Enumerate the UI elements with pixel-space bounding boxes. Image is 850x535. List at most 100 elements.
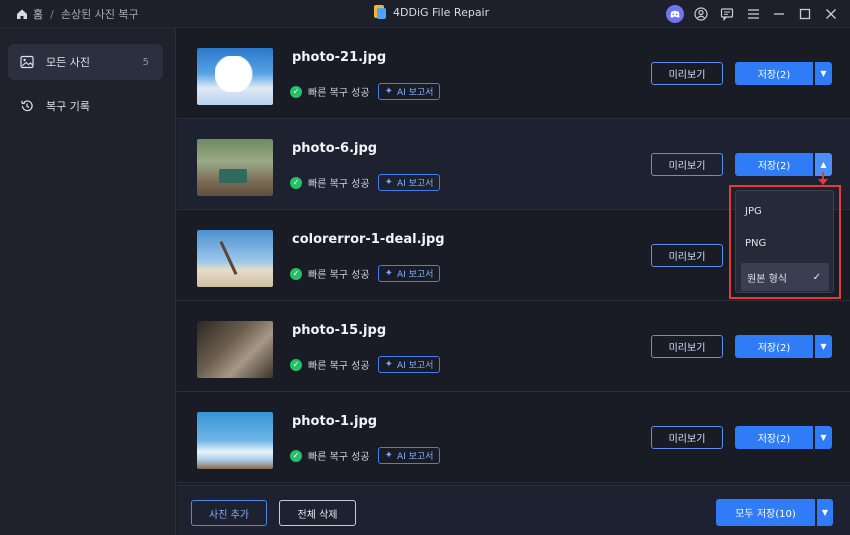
save-all-dropdown-toggle[interactable]: ▼ <box>817 499 833 526</box>
delete-all-button[interactable]: 전체 삭제 <box>279 500 356 526</box>
chevron-down-icon: ▼ <box>820 342 827 351</box>
breadcrumb-home[interactable]: 홈 <box>33 6 43 22</box>
feedback-icon[interactable] <box>718 5 736 23</box>
ai-report-label: AI 보고서 <box>396 452 434 462</box>
save-format-menu: JPG PNG 원본 형식 ✓ <box>735 190 834 293</box>
repair-status: ✓ 빠른 복구 성공 ✦ AI 보고서 <box>290 83 441 100</box>
success-check-icon: ✓ <box>290 85 302 98</box>
menu-icon[interactable] <box>744 5 762 23</box>
status-text: 빠른 복구 성공 <box>308 88 370 99</box>
breadcrumb-current: 손상된 사진 복구 <box>60 8 139 21</box>
save-format-dropdown-toggle[interactable]: ▼ <box>815 335 832 358</box>
app-logo-icon <box>374 5 386 20</box>
close-icon[interactable] <box>822 5 840 23</box>
app-title-text: 4DDiG File Repair <box>393 6 490 19</box>
format-option-png[interactable]: PNG <box>736 229 833 257</box>
sidebar-item-label: 모든 사진 <box>46 56 90 69</box>
photo-thumbnail[interactable] <box>197 321 273 378</box>
photo-count: 5 <box>142 56 149 68</box>
chevron-down-icon: ▼ <box>820 69 827 78</box>
save-all-button-group: 모두 저장(10) ▼ <box>716 499 833 526</box>
sidebar: 모든 사진 5 복구 기록 <box>0 28 176 535</box>
breadcrumb: 홈 / 손상된 사진 복구 <box>16 6 139 22</box>
sparkle-icon: ✦ <box>384 450 393 461</box>
ai-report-label: AI 보고서 <box>396 179 434 189</box>
format-option-jpg[interactable]: JPG <box>736 197 833 225</box>
format-option-original[interactable]: 원본 형식 ✓ <box>741 263 829 291</box>
ai-report-button[interactable]: ✦ AI 보고서 <box>377 356 441 373</box>
repair-status: ✓ 빠른 복구 성공 ✦ AI 보고서 <box>290 265 441 282</box>
photo-thumbnail[interactable] <box>197 412 273 469</box>
file-name: colorerror-1-deal.jpg <box>292 232 445 247</box>
chevron-down-icon: ▼ <box>820 433 827 442</box>
preview-button[interactable]: 미리보기 <box>651 62 723 85</box>
photo-thumbnail[interactable] <box>197 230 273 287</box>
checkmark-icon: ✓ <box>812 271 821 283</box>
app-title: 4DDiG File Repair <box>374 5 489 20</box>
title-bar: 홈 / 손상된 사진 복구 4DDiG File Repair <box>0 0 850 28</box>
add-photo-button[interactable]: 사진 추가 <box>191 500 267 526</box>
save-all-button[interactable]: 모두 저장(10) <box>716 499 815 526</box>
preview-button[interactable]: 미리보기 <box>651 335 723 358</box>
save-button[interactable]: 저장(2) <box>735 335 813 358</box>
sidebar-item-label: 복구 기록 <box>46 100 90 113</box>
save-button[interactable]: 저장(2) <box>735 426 813 449</box>
ai-report-label: AI 보고서 <box>396 270 434 280</box>
window-controls <box>658 5 840 23</box>
file-name: photo-15.jpg <box>292 323 387 338</box>
ai-report-button[interactable]: ✦ AI 보고서 <box>377 447 441 464</box>
sparkle-icon: ✦ <box>384 177 393 188</box>
save-button[interactable]: 저장(2) <box>735 62 813 85</box>
list-item: photo-15.jpg ✓ 빠른 복구 성공 ✦ AI 보고서 미리보기 저장(… <box>177 301 850 392</box>
ai-report-button[interactable]: ✦ AI 보고서 <box>377 265 441 282</box>
repair-status: ✓ 빠른 복구 성공 ✦ AI 보고서 <box>290 356 441 373</box>
ai-report-button[interactable]: ✦ AI 보고서 <box>377 83 441 100</box>
status-text: 빠른 복구 성공 <box>308 452 370 463</box>
history-icon <box>21 100 33 112</box>
save-button-group: 저장(2) ▼ <box>735 62 832 85</box>
status-text: 빠른 복구 성공 <box>308 270 370 281</box>
file-name: photo-6.jpg <box>292 141 378 156</box>
preview-button[interactable]: 미리보기 <box>651 244 723 267</box>
success-check-icon: ✓ <box>290 267 302 280</box>
breadcrumb-separator: / <box>50 7 54 21</box>
sidebar-item-history[interactable]: 복구 기록 <box>8 88 163 124</box>
photo-thumbnail[interactable] <box>197 139 273 196</box>
save-format-dropdown-toggle[interactable]: ▼ <box>815 426 832 449</box>
save-button-group: 저장(2) ▲ <box>735 153 832 176</box>
sparkle-icon: ✦ <box>384 268 393 279</box>
ai-report-label: AI 보고서 <box>396 88 434 98</box>
repair-status: ✓ 빠른 복구 성공 ✦ AI 보고서 <box>290 174 441 191</box>
discord-icon[interactable] <box>666 5 684 23</box>
status-text: 빠른 복구 성공 <box>308 179 370 190</box>
home-icon[interactable] <box>16 8 28 20</box>
maximize-icon[interactable] <box>796 5 814 23</box>
save-button-group: 저장(2) ▼ <box>735 335 832 358</box>
list-item: photo-1.jpg ✓ 빠른 복구 성공 ✦ AI 보고서 미리보기 저장(2… <box>177 392 850 483</box>
ai-report-button[interactable]: ✦ AI 보고서 <box>377 174 441 191</box>
preview-button[interactable]: 미리보기 <box>651 153 723 176</box>
save-format-dropdown-toggle[interactable]: ▼ <box>815 62 832 85</box>
sidebar-item-all-photos[interactable]: 모든 사진 5 <box>8 44 163 80</box>
preview-button[interactable]: 미리보기 <box>651 426 723 449</box>
save-button-group: 저장(2) ▼ <box>735 426 832 449</box>
image-icon <box>20 55 34 69</box>
chevron-down-icon: ▼ <box>821 508 829 517</box>
account-icon[interactable] <box>692 5 710 23</box>
photo-thumbnail[interactable] <box>197 48 273 105</box>
success-check-icon: ✓ <box>290 449 302 462</box>
file-name: photo-1.jpg <box>292 414 378 429</box>
success-check-icon: ✓ <box>290 176 302 189</box>
chevron-up-icon: ▲ <box>820 160 827 169</box>
minimize-icon[interactable] <box>770 5 788 23</box>
sparkle-icon: ✦ <box>384 359 393 370</box>
ai-report-label: AI 보고서 <box>396 361 434 371</box>
list-item: photo-21.jpg ✓ 빠른 복구 성공 ✦ AI 보고서 미리보기 저장(… <box>177 28 850 119</box>
file-name: photo-21.jpg <box>292 50 387 65</box>
footer-bar: 사진 추가 전체 삭제 모두 저장(10) ▼ <box>177 485 850 535</box>
save-button[interactable]: 저장(2) <box>735 153 813 176</box>
success-check-icon: ✓ <box>290 358 302 371</box>
repair-status: ✓ 빠른 복구 성공 ✦ AI 보고서 <box>290 447 441 464</box>
sparkle-icon: ✦ <box>384 86 393 97</box>
status-text: 빠른 복구 성공 <box>308 361 370 372</box>
